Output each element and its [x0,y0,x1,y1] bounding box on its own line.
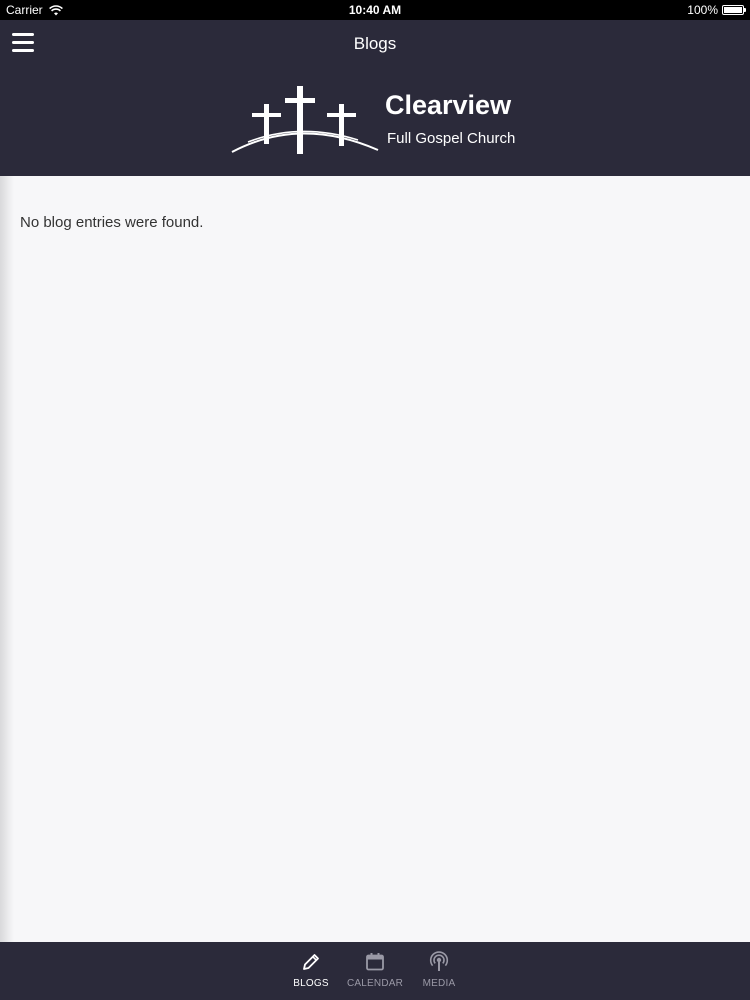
podcast-icon [429,951,449,971]
battery-icon [722,5,746,15]
tab-bar: BLOGS CALENDAR MEDIA [0,942,750,1000]
calendar-icon [366,953,384,971]
app-screen: Carrier 10:40 AM 100% Blogs Clearview Fu… [0,0,750,1000]
nav-bar: Blogs [0,20,750,66]
empty-state-message: No blog entries were found. [20,214,204,231]
logo-subtitle: Full Gospel Church [387,130,516,147]
pencil-icon [303,954,319,970]
tab-label: BLOGS [293,978,329,989]
app-header: Blogs Clearview Full Gospel Church [0,20,750,176]
status-time: 10:40 AM [348,3,402,17]
status-bar: Carrier 10:40 AM 100% [0,0,750,20]
tab-label: CALENDAR [346,978,404,989]
tab-blogs[interactable]: BLOGS [279,942,343,1000]
blog-list: No blog entries were found. [0,176,750,942]
tab-media[interactable]: MEDIA [407,942,471,1000]
tab-label: MEDIA [422,978,456,989]
church-logo: Clearview Full Gospel Church [230,84,530,156]
edge-shadow [0,176,14,942]
tab-calendar[interactable]: CALENDAR [343,942,407,1000]
logo-name: Clearview [385,90,512,120]
battery-percent: 100% [687,3,718,17]
page-title: Blogs [353,34,397,53]
battery-level [724,7,742,13]
three-crosses-icon [231,86,379,154]
status-right: 100% [687,3,746,17]
